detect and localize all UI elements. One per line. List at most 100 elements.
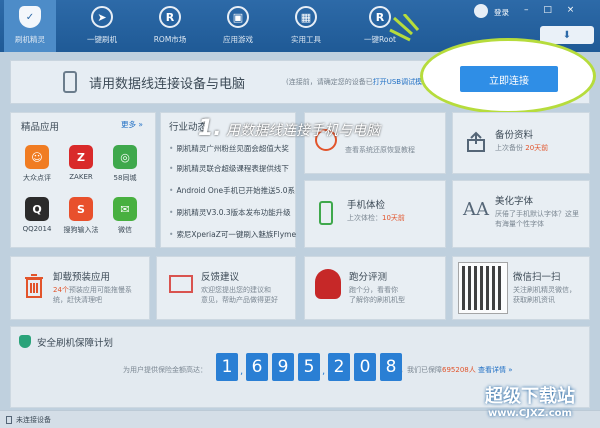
news-item[interactable]: 刷机精灵广州粉丝见面会超值大奖 xyxy=(169,143,289,154)
guarantee-shield-icon xyxy=(19,335,31,348)
phone-check-tile[interactable]: 手机体检 上次体检：10天前 xyxy=(304,180,446,248)
download-icon: ⬇ xyxy=(562,29,572,41)
banner-note: (连接前，请确定您的设备已打开USB调试模式) xyxy=(286,77,432,87)
site-watermark: 超级下载站 www.CJXZ.com xyxy=(468,382,592,419)
58tongcheng-icon[interactable]: ◎ xyxy=(113,145,137,169)
phone-check-sub: 上次体检：10天前 xyxy=(347,213,405,223)
nav-item-tools[interactable]: ▦ 实用工具 xyxy=(280,0,332,52)
nav-label: ROM市场 xyxy=(153,35,187,44)
uninstall-preinstalled-tile[interactable]: 卸载预装应用 24个预装应用可能拖慢系 统，赶快清理吧 xyxy=(10,256,150,320)
app-label: ZAKER xyxy=(69,173,93,181)
amount-digit: 2 xyxy=(328,353,350,381)
apps-icon: ▣ xyxy=(227,6,249,28)
feedback-sub-2: 意见，帮助产品做得更好 xyxy=(201,296,278,304)
phone-check-last-time: 10天前 xyxy=(382,214,405,222)
uninstall-sub-1: 24个预装应用可能拖慢系 xyxy=(53,285,132,295)
backup-sub: 上次备份 20天前 xyxy=(495,143,548,153)
trash-icon xyxy=(23,273,45,298)
nav-item-apps-games[interactable]: ▣ 应用游戏 xyxy=(212,0,264,52)
window-controls[interactable]: – □ × xyxy=(524,5,580,15)
guarantee-prefix: 为用户提供保险金额高达： xyxy=(123,366,207,374)
more-apps-link[interactable]: 更多 » xyxy=(121,119,143,130)
mail-icon xyxy=(169,275,193,293)
highlight-spark-icon xyxy=(389,14,420,42)
wechat-title: 微信扫一扫 xyxy=(513,272,561,283)
backup-last-time: 20天前 xyxy=(525,144,549,152)
benchmark-sub-1: 跑个分，看看你 xyxy=(349,286,398,294)
toolbox-icon: ▦ xyxy=(295,6,317,28)
restore-sub: 查看系统还原恢复教程 xyxy=(345,146,415,154)
qr-code-icon xyxy=(458,262,508,314)
rom-icon: R xyxy=(159,6,181,28)
qq-icon[interactable]: Q xyxy=(25,197,49,221)
guarantee-title: 安全刷机保障计划 xyxy=(37,338,114,349)
amount-digit: 0 xyxy=(354,353,376,381)
wechat-scan-tile[interactable]: 微信扫一扫 关注刷机精灵微信， 获取刷机资讯 xyxy=(452,256,590,320)
font-icon: AA xyxy=(463,199,489,220)
preinstalled-count: 24个 xyxy=(53,286,69,294)
amount-digit: 8 xyxy=(380,353,402,381)
nav-item-home[interactable]: ✓ 刷机精灵 xyxy=(4,0,56,52)
backup-title: 备份资料 xyxy=(495,130,534,141)
featured-apps-card: 精品应用 更多 » ☺ 大众点评 Z ZAKER ◎ 58同城 Q QQ2014… xyxy=(10,112,156,248)
amount-digit: 1 xyxy=(216,353,238,381)
fonts-title: 美化字体 xyxy=(495,196,534,207)
backup-sub-label: 上次备份 xyxy=(495,144,523,152)
uninstall-title: 卸载预装应用 xyxy=(53,272,111,283)
nav-label: 一键刷机 xyxy=(87,35,117,44)
login-link[interactable]: 登录 xyxy=(494,7,509,18)
app-label: 大众点评 xyxy=(23,174,51,182)
backup-icon xyxy=(465,131,487,153)
guarantee-details-link[interactable]: 查看详情 » xyxy=(478,366,513,374)
news-item[interactable]: 刷机精灵V3.0.3版本发布功能升级 xyxy=(169,207,290,218)
amount-digit: 6 xyxy=(246,353,268,381)
dianping-icon[interactable]: ☺ xyxy=(25,145,49,169)
nav-item-one-click-flash[interactable]: ➤ 一键刷机 xyxy=(76,0,128,52)
uninstall-sub-2: 统，赶快清理吧 xyxy=(53,296,102,304)
phone-check-sub-label: 上次体检： xyxy=(347,214,382,222)
card-title: 精品应用 xyxy=(21,122,60,133)
feedback-title: 反馈建议 xyxy=(201,272,240,283)
phone-check-icon xyxy=(319,201,333,225)
step-text: 用数据线连接手机与电脑 xyxy=(226,123,381,139)
watermark-line-1: 超级下载站 xyxy=(485,386,575,407)
news-item[interactable]: 刷机精灵联合超级课程表提供线下 xyxy=(169,163,289,174)
sogou-input-icon[interactable]: S xyxy=(69,197,93,221)
backup-tile[interactable]: 备份资料 上次备份 20天前 xyxy=(452,112,590,174)
news-item[interactable]: 索尼XperiaZ可一键刷入魅族Flyme xyxy=(169,229,296,240)
wechat-sub-1: 关注刷机精灵微信， xyxy=(513,286,576,294)
zaker-icon[interactable]: Z xyxy=(69,145,93,169)
benchmark-sub-2: 了解你的刷机机型 xyxy=(349,296,405,304)
app-label: 搜狗输入法 xyxy=(63,226,99,234)
wechat-sub-2: 获取刷机资讯 xyxy=(513,296,555,304)
step-number: 1. xyxy=(198,116,222,141)
connect-now-button[interactable]: 立即连接 xyxy=(460,66,558,92)
nav-label: 实用工具 xyxy=(291,35,321,44)
antutu-icon xyxy=(315,269,341,299)
guarantee-suffix: 元，我们已保障695208人 查看详情 » xyxy=(393,365,512,375)
amount-digit: 5 xyxy=(298,353,320,381)
feedback-tile[interactable]: 反馈建议 欢迎您提出您的建议和 意见，帮助产品做得更好 xyxy=(156,256,296,320)
nav-label: 应用游戏 xyxy=(223,35,253,44)
benchmark-title: 跑分评测 xyxy=(349,272,388,283)
fonts-sub-1: 厌倦了手机默认字体？这里 xyxy=(495,210,579,218)
wechat-icon[interactable]: ✉ xyxy=(113,197,137,221)
app-label: 微信 xyxy=(118,226,132,234)
banner-note-text: (连接前，请确定您的设备已 xyxy=(286,78,373,86)
rocket-icon: ➤ xyxy=(91,6,113,28)
amount-comma: , xyxy=(240,366,244,377)
nav-item-rom-market[interactable]: R ROM市场 xyxy=(144,0,196,52)
banner-title: 请用数据线连接设备与电脑 xyxy=(89,77,246,92)
feedback-sub-1: 欢迎您提出您的建议和 xyxy=(201,286,271,294)
phone-check-title: 手机体检 xyxy=(347,200,386,211)
fonts-sub-2: 有海量个性字体 xyxy=(495,220,544,228)
status-text: 未连接设备 xyxy=(16,416,51,424)
beautify-fonts-tile[interactable]: AA 美化字体 厌倦了手机默认字体？这里 有海量个性字体 xyxy=(452,180,590,248)
avatar[interactable] xyxy=(474,4,488,18)
benchmark-tile[interactable]: 跑分评测 跑个分，看看你 了解你的刷机机型 xyxy=(304,256,446,320)
phone-icon xyxy=(63,71,77,93)
watermark-line-2: www.CJXZ.com xyxy=(488,408,572,419)
news-item[interactable]: Android One手机已开始推送5.0系 xyxy=(169,185,295,196)
guarantee-user-count: 695208人 xyxy=(442,366,476,374)
amount-digit: 9 xyxy=(272,353,294,381)
